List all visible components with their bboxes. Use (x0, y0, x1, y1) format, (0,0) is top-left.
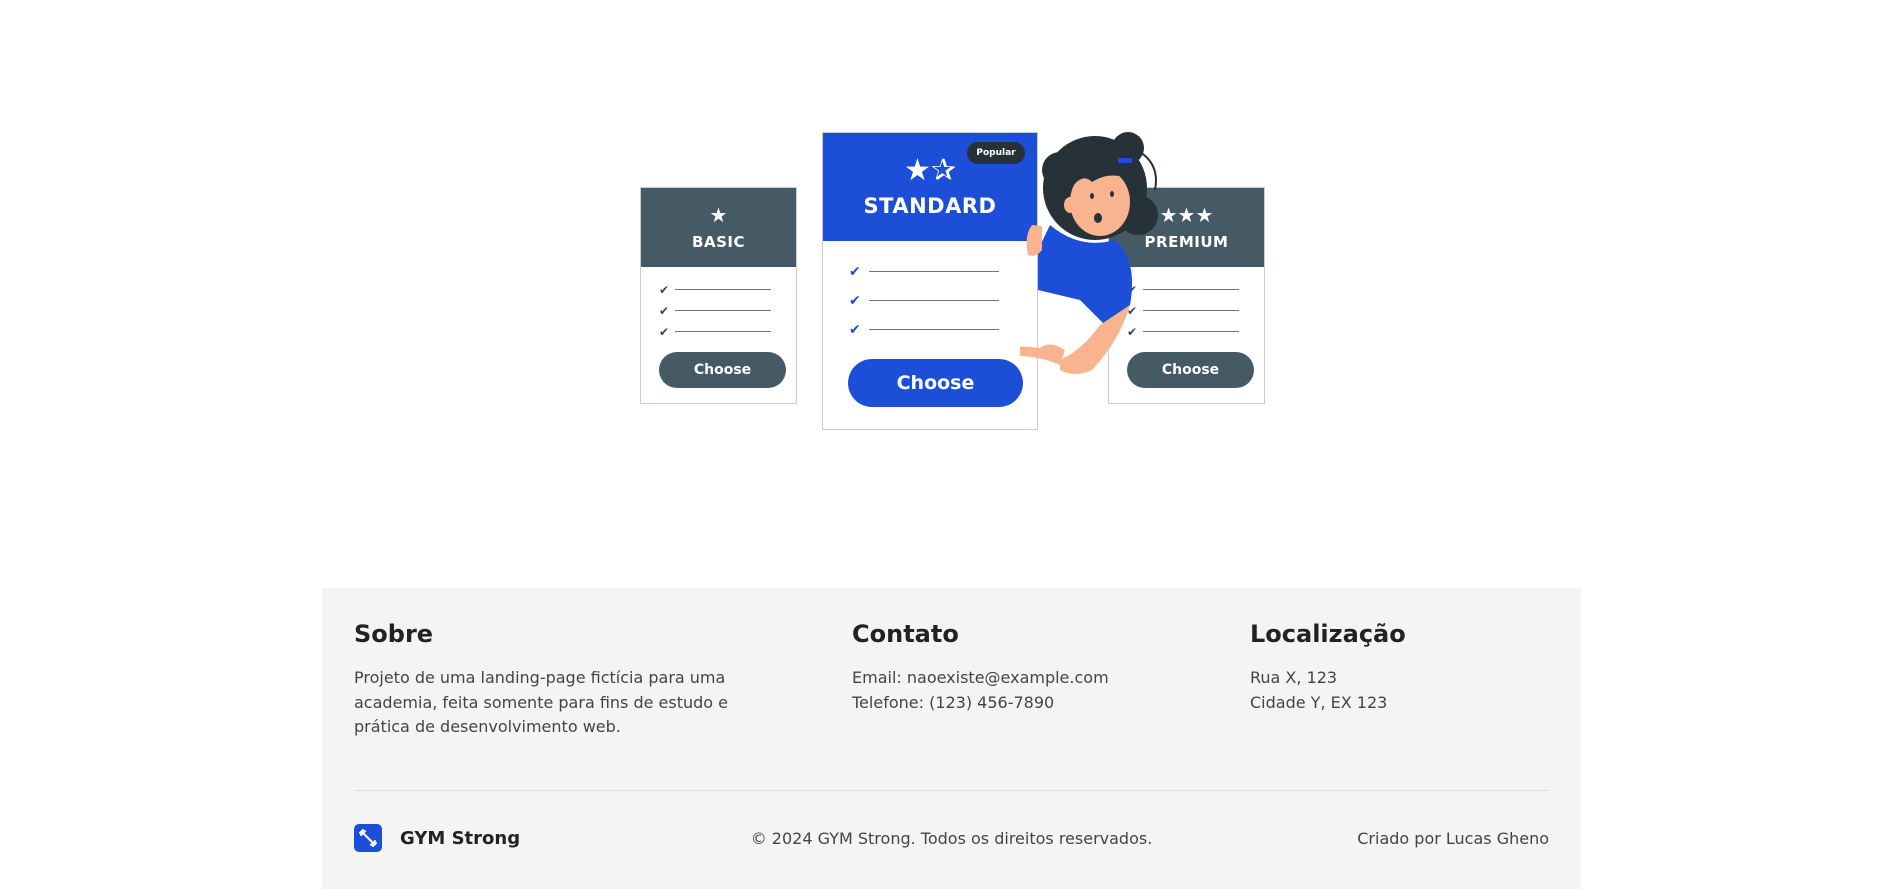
footer-divider (354, 790, 1549, 791)
feature-row: ✔ (659, 300, 796, 321)
standard-plan-card: ★✰ STANDARD Popular ✔ ✔ ✔ Choose (822, 132, 1038, 430)
single-star-icon: ★ (709, 202, 728, 227)
standard-plan-title: STANDARD (863, 194, 997, 218)
woman-pointing-illustration (1020, 132, 1158, 374)
feature-placeholder-line (869, 271, 999, 272)
feature-placeholder-line (675, 310, 771, 311)
footer-contact-section: Contato Email: naoexiste@example.com Tel… (852, 620, 1109, 715)
check-icon: ✔ (849, 263, 861, 280)
contact-heading: Contato (852, 620, 959, 648)
footer-location-section: Localização Rua X, 123 Cidade Y, EX 123 (1250, 620, 1406, 715)
footer-about-section: Sobre Projeto de uma landing-page fictíc… (354, 620, 734, 740)
popular-badge: Popular (967, 142, 1025, 164)
feature-row: ✔ (849, 315, 1037, 344)
feature-row: ✔ (659, 279, 796, 300)
check-icon: ✔ (849, 292, 861, 309)
contact-email: Email: naoexiste@example.com (852, 668, 1109, 687)
about-text: Projeto de uma landing-page fictícia par… (354, 668, 729, 736)
basic-feature-list: ✔ ✔ ✔ (641, 267, 796, 342)
check-icon: ✔ (849, 321, 861, 338)
feature-placeholder-line (675, 331, 771, 332)
feature-placeholder-line (869, 329, 999, 330)
basic-plan-card: ★ BASIC ✔ ✔ ✔ Choose (640, 187, 797, 404)
basic-choose-button: Choose (659, 352, 786, 388)
feature-row: ✔ (849, 286, 1037, 315)
check-icon: ✔ (659, 282, 670, 297)
standard-choose-button: Choose (848, 359, 1023, 407)
basic-card-header: ★ BASIC (641, 188, 796, 267)
feature-row: ✔ (659, 321, 796, 342)
about-heading: Sobre (354, 620, 434, 648)
location-city: Cidade Y, EX 123 (1250, 692, 1388, 712)
check-icon: ✔ (659, 324, 670, 339)
feature-row: ✔ (849, 257, 1037, 286)
check-icon: ✔ (659, 303, 670, 318)
author-credit: Criado por Lucas Gheno (1357, 829, 1549, 848)
feature-placeholder-line (869, 300, 999, 301)
location-heading: Localização (1250, 620, 1406, 648)
location-street: Rua X, 123 (1250, 668, 1338, 687)
feature-placeholder-line (675, 289, 771, 290)
two-stars-icon: ★✰ (903, 153, 957, 188)
standard-feature-list: ✔ ✔ ✔ (823, 241, 1037, 344)
basic-plan-title: BASIC (692, 232, 745, 251)
site-footer: Sobre Projeto de uma landing-page fictíc… (322, 588, 1581, 889)
pricing-illustration: ★ BASIC ✔ ✔ ✔ Choose ★★★ PREMIUM ✔ ✔ ✔ C… (640, 130, 1270, 435)
contact-phone: Telefone: (123) 456-7890 (852, 692, 1055, 712)
